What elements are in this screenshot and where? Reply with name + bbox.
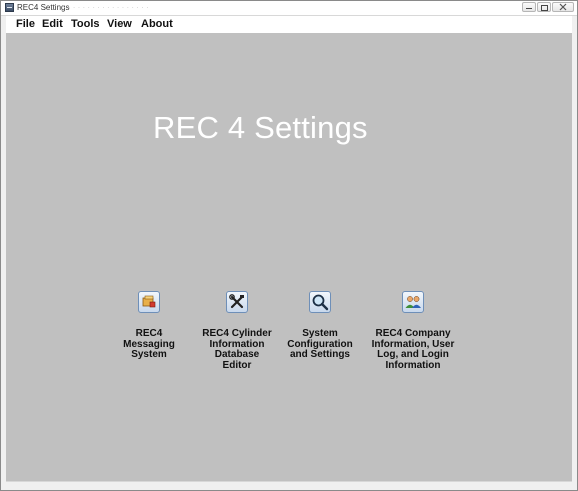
main-panel: REC 4 Settings REC4 Messaging System REC… xyxy=(6,33,572,481)
page-heading: REC 4 Settings xyxy=(153,110,368,145)
app-window: REC4 Settings · · · · · · · · · · · · · … xyxy=(0,0,578,491)
title-bar[interactable]: REC4 Settings · · · · · · · · · · · · · … xyxy=(1,1,577,16)
minimize-button[interactable] xyxy=(522,2,536,12)
menu-bar: File Edit Tools View About xyxy=(6,16,572,33)
label-line: Log, and Login xyxy=(377,349,449,360)
window-bottom-border xyxy=(6,481,572,490)
menu-about[interactable]: About xyxy=(141,16,173,33)
window-title: REC4 Settings xyxy=(17,3,70,12)
label-line: REC4 Company xyxy=(375,328,451,339)
messaging-system-launcher[interactable]: REC4 Messaging System xyxy=(104,291,194,361)
menu-file[interactable]: File xyxy=(16,16,35,33)
menu-edit[interactable]: Edit xyxy=(42,16,63,33)
label-line: Information xyxy=(385,359,441,371)
label-line: System xyxy=(302,328,338,339)
close-button[interactable] xyxy=(552,2,574,12)
company-information-label: REC4 Company Information, User Log, and … xyxy=(363,328,463,371)
tools-icon[interactable] xyxy=(226,291,248,313)
label-line: REC4 xyxy=(135,328,163,339)
menu-tools[interactable]: Tools xyxy=(71,16,100,33)
label-line: System xyxy=(131,349,167,360)
label-line: Database xyxy=(214,349,260,360)
messaging-system-label: REC4 Messaging System xyxy=(104,328,194,361)
label-line: Editor xyxy=(222,359,252,371)
title-ghost-text: · · · · · · · · · · · · · · · · · · xyxy=(63,3,149,12)
menu-view[interactable]: View xyxy=(107,16,132,33)
users-icon[interactable] xyxy=(402,291,424,313)
close-icon xyxy=(559,3,567,11)
maximize-button[interactable] xyxy=(537,2,551,12)
app-icon[interactable] xyxy=(5,3,14,12)
label-line: REC4 Cylinder xyxy=(202,328,272,339)
cylinder-database-editor-launcher[interactable]: REC4 Cylinder Information Database Edito… xyxy=(189,291,285,371)
label-line: and Settings xyxy=(289,349,350,360)
magnifier-icon[interactable] xyxy=(309,291,331,313)
messaging-icon[interactable] xyxy=(138,291,160,313)
cylinder-database-editor-label: REC4 Cylinder Information Database Edito… xyxy=(189,328,285,371)
system-configuration-label: System Configuration and Settings xyxy=(276,328,364,361)
system-configuration-launcher[interactable]: System Configuration and Settings xyxy=(276,291,364,361)
company-information-launcher[interactable]: REC4 Company Information, User Log, and … xyxy=(363,291,463,371)
